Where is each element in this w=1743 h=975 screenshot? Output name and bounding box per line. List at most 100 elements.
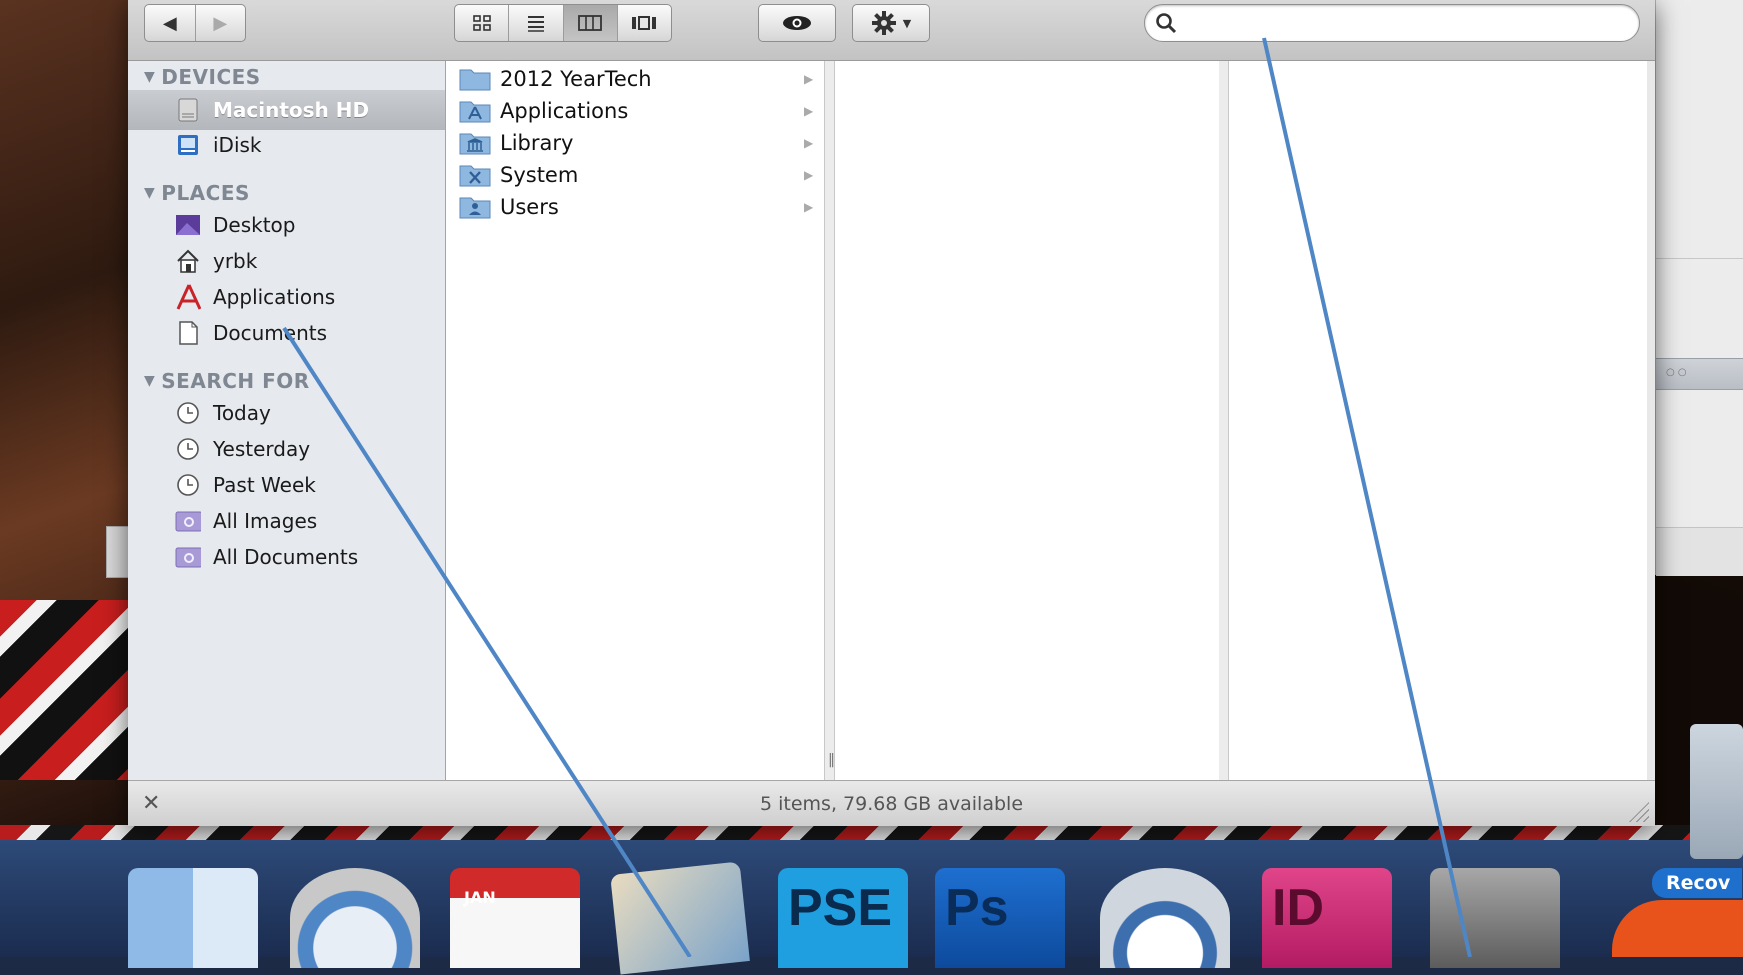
icon-view-button[interactable] [455,5,510,41]
action-menu-button[interactable]: ▼ [852,4,930,42]
smart-folder-icon [175,508,201,534]
hard-drive-icon [175,97,201,123]
column-view-button[interactable] [563,5,618,41]
column-row-library[interactable]: Library ▶ [446,125,824,161]
sidebar-item-all-images[interactable]: All Images [128,501,445,541]
disclosure-triangle-icon[interactable]: ▼ [144,373,155,389]
documents-icon [175,320,201,346]
search-field[interactable] [1144,4,1640,42]
action-btn-inner[interactable]: ▼ [853,5,929,41]
recovery-label-badge[interactable]: Recov [1652,868,1742,898]
orange-app-dock-icon[interactable] [1612,900,1743,957]
sidebar-item-applications[interactable]: Applications [128,277,445,317]
background-window-titlebar[interactable]: ○ ○ [1656,358,1743,390]
nav-buttons: ◀ ▶ [144,4,246,42]
column-row-label: 2012 YearTech [500,67,652,91]
preview-dock-icon[interactable] [610,861,750,975]
gear-icon [871,11,896,35]
id-label: ID [1272,879,1324,937]
itunes-dock-icon[interactable] [1100,868,1230,968]
finder-toolbar: ◀ ▶ ▼ [128,0,1655,61]
finder-dock-icon[interactable] [128,868,258,968]
column-resize-handle[interactable]: ‖ [828,752,835,768]
forward-button[interactable]: ▶ [196,5,246,41]
background-window-edge [106,526,129,578]
icon-view-icon [472,15,491,31]
column-row-2012-yeartech[interactable]: 2012 YearTech ▶ [446,61,824,97]
column-row-applications[interactable]: Applications ▶ [446,93,824,129]
clock-icon [175,400,201,426]
sidebar-item-past-week[interactable]: Past Week [128,465,445,505]
section-header-devices[interactable]: ▼ DEVICES [144,65,261,89]
search-icon [1156,13,1177,34]
disclosure-arrow-icon: ▶ [804,136,814,150]
sidebar-item-yrbk[interactable]: yrbk [128,241,445,281]
sidebar-item-yesterday[interactable]: Yesterday [128,429,445,469]
section-title: SEARCH FOR [161,369,310,393]
sidebar-item-label: Applications [213,285,336,309]
finder-window: ◀ ▶ ▼ ▼ DEVICES Macintosh HD iDisk ▼ PLA… [128,0,1655,826]
sidebar-item-today[interactable]: Today [128,393,445,433]
sidebar-item-label: Past Week [213,473,316,497]
sidebar-item-label: Yesterday [213,437,311,461]
smart-folder-icon [175,544,201,570]
coverflow-view-icon [632,16,657,30]
system-folder-icon [459,165,491,187]
sidebar-item-label: All Documents [213,545,359,569]
column-row-system[interactable]: System ▶ [446,157,824,193]
section-title: PLACES [161,181,250,205]
section-title: DEVICES [161,65,261,89]
background-window-footer [1656,527,1743,576]
disclosure-triangle-icon[interactable]: ▼ [144,69,155,85]
indesign-dock-icon[interactable]: ID [1262,868,1392,968]
column-row-users[interactable]: Users ▶ [446,189,824,225]
browser-column-3[interactable] [1228,61,1647,780]
browser-column-2[interactable] [834,61,1220,780]
system-preferences-dock-icon[interactable] [1430,868,1560,968]
column-divider[interactable] [825,61,834,780]
column-divider[interactable] [1219,61,1228,780]
sidebar-item-macintosh-hd[interactable]: Macintosh HD [128,90,445,130]
wallpaper-stripes [0,600,128,780]
column-row-label: System [500,163,579,187]
home-icon [175,248,201,274]
sidebar-item-all-documents[interactable]: All Documents [128,537,445,577]
coverflow-view-button[interactable] [618,5,671,41]
column-row-label: Library [500,131,574,155]
sidebar-item-idisk[interactable]: iDisk [128,125,445,165]
applications-folder-icon [459,101,491,123]
photoshop-dock-icon[interactable]: Ps [935,868,1065,968]
section-header-search-for[interactable]: ▼ SEARCH FOR [144,369,310,393]
disclosure-triangle-icon[interactable]: ▼ [144,185,155,201]
sidebar-item-desktop[interactable]: Desktop [128,205,445,245]
sidebar-item-label: All Images [213,509,318,533]
back-icon: ◀ [162,12,177,34]
photoshop-elements-dock-icon[interactable]: PSE [778,868,908,968]
list-view-button[interactable] [509,5,564,41]
browser-column-1[interactable]: 2012 YearTech ▶ Applications ▶ Library ▶… [446,61,825,780]
safari-dock-icon[interactable] [290,868,420,968]
ical-dock-icon[interactable]: JAN [450,868,580,968]
sidebar-item-documents[interactable]: Documents [128,313,445,353]
quicklook-btn-inner[interactable] [759,5,835,41]
sidebar-item-label: yrbk [213,249,258,273]
desktop-icon [175,212,201,238]
sidebar-item-label: Macintosh HD [213,98,370,122]
idisk-icon [175,132,201,158]
column-view-icon [578,15,603,31]
search-input[interactable] [1185,11,1629,37]
quicklook-button[interactable] [758,4,836,42]
users-folder-icon [459,197,491,219]
disclosure-arrow-icon: ▶ [804,168,814,182]
back-button[interactable]: ◀ [145,5,196,41]
recovery-file-icon[interactable] [1690,724,1743,859]
recovery-label: Recov [1666,872,1731,894]
background-window-dots: ○ ○ [1666,367,1687,378]
forward-icon: ▶ [213,12,228,34]
dock: JAN PSE Ps ID [0,840,1743,975]
background-window[interactable]: ○ ○ [1655,0,1743,576]
pse-label: PSE [788,879,893,937]
disclosure-arrow-icon: ▶ [804,104,814,118]
sidebar-item-label: iDisk [213,133,262,157]
section-header-places[interactable]: ▼ PLACES [144,181,250,205]
